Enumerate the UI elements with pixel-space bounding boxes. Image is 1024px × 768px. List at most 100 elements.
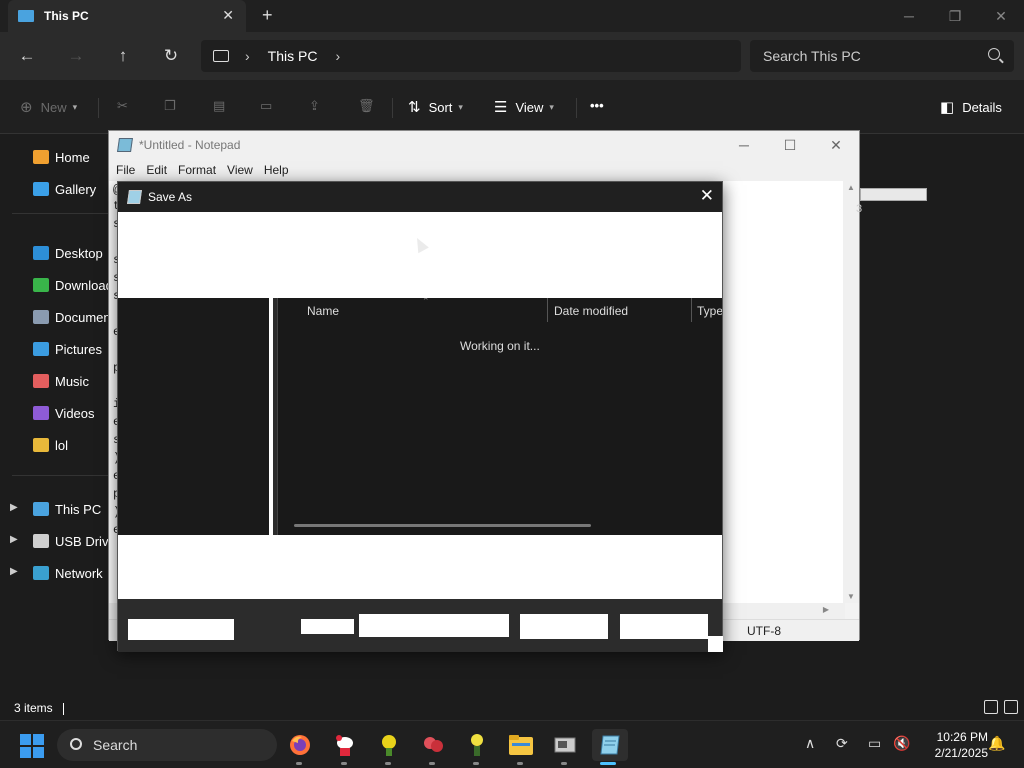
sort-button[interactable]: ⇅ Sort ▾ xyxy=(408,98,463,116)
menu-help[interactable]: Help xyxy=(264,163,289,177)
scroll-up-icon[interactable]: ▲ xyxy=(847,183,855,192)
chevron-down-icon: ▾ xyxy=(458,101,463,112)
restore-button[interactable]: ❐ xyxy=(932,0,978,32)
notepad-menubar: File Edit Format View Help xyxy=(109,159,859,181)
hide-folders-button[interactable] xyxy=(128,619,234,640)
column-date-modified[interactable]: Date modified xyxy=(554,304,628,318)
share-icon[interactable]: ⇪ xyxy=(309,98,320,114)
red-creature-icon[interactable] xyxy=(417,729,449,765)
tab-title: This PC xyxy=(44,9,89,23)
notepad-taskbar-icon[interactable] xyxy=(592,729,628,765)
minimize-button[interactable]: ─ xyxy=(886,0,932,32)
column-type[interactable]: Type xyxy=(697,304,722,318)
expand-chevron-icon[interactable]: ▶ xyxy=(10,534,18,545)
breadcrumb-this-pc[interactable]: This PC xyxy=(268,48,318,64)
pc-icon xyxy=(33,502,49,516)
up-arrow-icon[interactable]: ↑ xyxy=(111,44,135,68)
scroll-down-icon[interactable]: ▼ xyxy=(847,592,855,601)
sidebar-item-gallery[interactable]: Gallery xyxy=(33,179,96,199)
back-arrow-icon[interactable]: ← xyxy=(15,44,39,68)
search-input[interactable]: Search This PC xyxy=(750,40,1014,72)
paste-icon[interactable]: ▤ xyxy=(213,98,225,114)
maximize-button[interactable]: ☐ xyxy=(767,131,813,159)
taskbar-search[interactable]: Search xyxy=(57,729,277,761)
yellow-creature-icon[interactable] xyxy=(373,729,405,765)
sidebar-item-label: Home xyxy=(55,149,90,165)
sidebar-item-pictures[interactable]: Pictures xyxy=(33,339,102,359)
save-button[interactable] xyxy=(520,614,608,639)
windows-logo-icon xyxy=(33,734,44,745)
details-view-icon[interactable] xyxy=(984,700,998,714)
menu-file[interactable]: File xyxy=(116,163,135,177)
copy-icon[interactable]: ❐ xyxy=(164,98,176,114)
chevron-down-icon: ▾ xyxy=(72,101,78,112)
hello-kitty-icon[interactable] xyxy=(329,729,361,765)
sidebar-item-this-pc[interactable]: This PC xyxy=(33,499,101,519)
file-explorer-icon[interactable] xyxy=(505,729,537,765)
volume-muted-icon[interactable]: 🔇 xyxy=(893,735,910,752)
column-name[interactable]: Name xyxy=(307,304,339,318)
menu-edit[interactable]: Edit xyxy=(146,163,167,177)
chevron-right-icon[interactable]: › xyxy=(245,48,250,64)
delete-icon[interactable]: 🗑 xyxy=(358,98,375,114)
encoding-label-box xyxy=(301,619,354,634)
command-bar: ⊕ New ▾ ✂ ❐ ▤ ▭ ⇪ 🗑 ⇅ Sort ▾ ☰ View ▾ ••… xyxy=(0,80,1024,134)
close-tab-button[interactable]: ✕ xyxy=(222,7,234,24)
notifications-bell-icon[interactable]: 🔔 xyxy=(988,735,1005,752)
sidebar-item-download[interactable]: Download xyxy=(33,275,113,295)
sidebar-item-lol[interactable]: lol xyxy=(33,435,68,455)
clock-date: 2/21/2025 xyxy=(934,746,988,760)
scroll-right-icon[interactable]: ▶ xyxy=(823,605,829,614)
start-button[interactable] xyxy=(20,734,44,758)
firefox-icon[interactable] xyxy=(284,729,316,765)
cancel-button[interactable] xyxy=(620,614,708,639)
sidebar-item-label: Documen xyxy=(55,309,111,325)
network-icon xyxy=(33,566,49,580)
resize-grip[interactable] xyxy=(708,636,723,652)
sidebar-item-desktop[interactable]: Desktop xyxy=(33,243,103,263)
menu-format[interactable]: Format xyxy=(178,163,216,177)
chevron-right-icon[interactable]: › xyxy=(335,48,340,64)
explorer-titlebar: This PC ✕ + ─ ❐ ✕ xyxy=(0,0,1024,32)
folder-icon xyxy=(33,438,49,452)
sidebar-item-home[interactable]: Home xyxy=(33,147,90,167)
refresh-icon[interactable]: ↻ xyxy=(159,44,183,68)
close-button[interactable]: ✕ xyxy=(978,0,1024,32)
yellow-figure-icon[interactable] xyxy=(461,729,493,765)
sync-icon[interactable]: ⟳ xyxy=(836,735,848,752)
dialog-navigation-pane[interactable] xyxy=(118,298,273,535)
new-button[interactable]: ⊕ New ▾ xyxy=(20,98,77,116)
encoding-dropdown[interactable] xyxy=(359,614,509,637)
more-options-button[interactable]: ••• xyxy=(590,98,604,113)
chevron-up-icon[interactable]: ∧ xyxy=(805,735,815,752)
view-button[interactable]: ☰ View ▾ xyxy=(494,98,554,116)
minimize-button[interactable]: ─ xyxy=(721,131,767,159)
network-display-icon[interactable]: ▭ xyxy=(868,735,881,752)
sidebar-item-videos[interactable]: Videos xyxy=(33,403,95,423)
expand-chevron-icon[interactable]: ▶ xyxy=(10,502,18,513)
rename-icon[interactable]: ▭ xyxy=(260,98,272,114)
dialog-file-list[interactable]: ⌃ Name Date modified Type Working on it.… xyxy=(277,298,722,535)
sidebar-item-usb-drive[interactable]: USB Drive xyxy=(33,531,116,551)
details-button[interactable]: ◧ Details xyxy=(940,98,1002,116)
vertical-scrollbar[interactable]: ▲ ▼ xyxy=(843,181,859,603)
details-pane-icon: ◧ xyxy=(940,99,955,116)
sidebar-item-music[interactable]: Music xyxy=(33,371,89,391)
address-bar[interactable]: › This PC › xyxy=(201,40,741,72)
active-indicator xyxy=(600,762,616,765)
system-clock[interactable]: 10:26 PM 2/21/2025 xyxy=(918,729,988,761)
forward-arrow-icon[interactable]: → xyxy=(64,44,88,68)
expand-chevron-icon[interactable]: ▶ xyxy=(10,566,18,577)
sidebar-item-documen[interactable]: Documen xyxy=(33,307,111,327)
new-tab-button[interactable]: + xyxy=(262,5,273,26)
horizontal-scroll-thumb[interactable] xyxy=(294,524,591,527)
search-placeholder: Search This PC xyxy=(763,48,861,64)
sidebar-item-network[interactable]: Network xyxy=(33,563,103,583)
computer-app-icon[interactable] xyxy=(549,729,581,765)
tab-this-pc[interactable]: This PC ✕ xyxy=(8,0,246,32)
cut-icon[interactable]: ✂ xyxy=(117,98,128,114)
close-button[interactable]: ✕ xyxy=(813,131,859,159)
menu-view[interactable]: View xyxy=(227,163,253,177)
tiles-view-icon[interactable] xyxy=(1004,700,1018,714)
dialog-close-button[interactable]: ✕ xyxy=(700,186,714,206)
